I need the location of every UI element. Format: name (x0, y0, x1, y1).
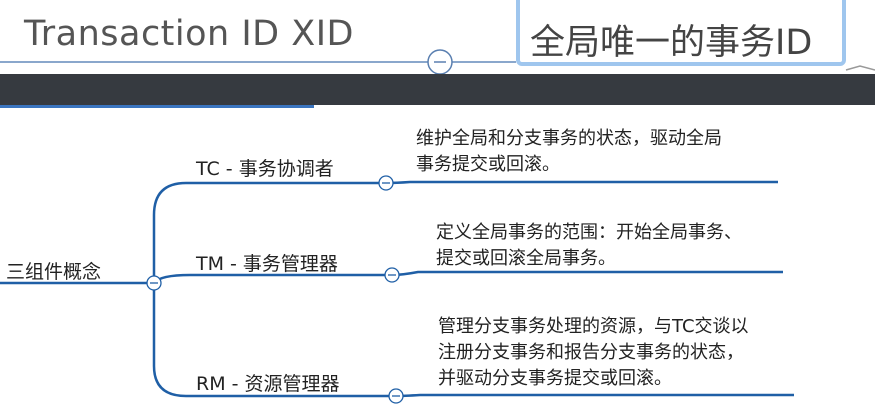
header-collapse-icon[interactable] (427, 49, 453, 75)
selected-node-label[interactable]: 全局唯一的事务ID (530, 14, 812, 65)
leaf-line: 并驱动分支事务提交或回滚。 (438, 368, 672, 389)
leaf-rm-description[interactable]: 管理分支事务处理的资源，与TC交谈以 注册分支事务和报告分支事务的状态， 并驱动… (438, 314, 749, 392)
leaf-line: 管理分支事务处理的资源，与TC交谈以 (438, 316, 749, 337)
leaf-tc-description[interactable]: 维护全局和分支事务的状态，驱动全局 事务提交或回滚。 (416, 126, 722, 178)
leaf-line: 注册分支事务和报告分支事务的状态， (438, 342, 744, 363)
tc-collapse-icon[interactable] (378, 175, 394, 191)
leaf-line: 提交或回滚全局事务。 (436, 248, 616, 269)
rm-collapse-icon[interactable] (388, 388, 404, 404)
branch-tm[interactable]: TM - 事务管理器 (196, 249, 338, 276)
tm-collapse-icon[interactable] (384, 267, 400, 283)
branch-rm[interactable]: RM - 资源管理器 (196, 369, 340, 396)
leaf-line: 维护全局和分支事务的状态，驱动全局 (416, 128, 722, 149)
leaf-tm-description[interactable]: 定义全局事务的范围：开始全局事务、 提交或回滚全局事务。 (436, 220, 742, 272)
accent-underline (0, 105, 314, 108)
root-node[interactable]: 三组件概念 (6, 257, 101, 284)
leaf-line: 定义全局事务的范围：开始全局事务、 (436, 222, 742, 243)
toolbar-strip (0, 74, 875, 105)
branch-tc[interactable]: TC - 事务协调者 (196, 154, 334, 181)
transaction-id-title[interactable]: Transaction ID XID (24, 14, 354, 54)
leaf-line: 事务提交或回滚。 (416, 154, 560, 175)
root-collapse-icon[interactable] (146, 275, 162, 291)
